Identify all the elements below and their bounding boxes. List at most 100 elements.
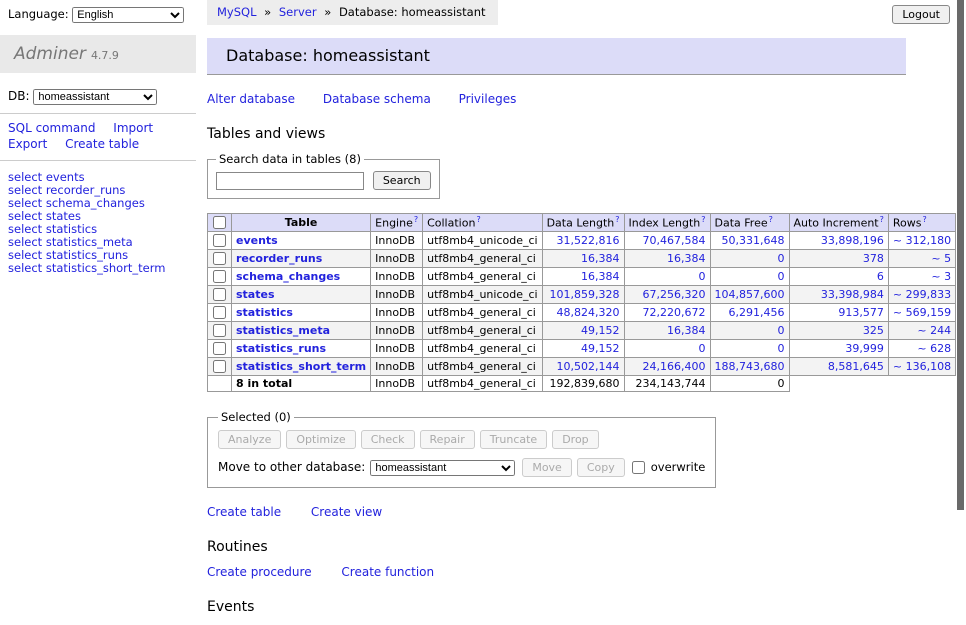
table-name-link[interactable]: recorder_runs [236, 252, 322, 265]
row-checkbox[interactable] [213, 342, 226, 355]
auto-increment-link[interactable]: 913,577 [838, 306, 884, 319]
data-free-link[interactable]: 0 [778, 342, 785, 355]
auto-increment-link[interactable]: 33,398,984 [821, 288, 884, 301]
table-name-link[interactable]: events [236, 234, 278, 247]
row-checkbox[interactable] [213, 288, 226, 301]
rows-link[interactable]: ~ 5 [931, 252, 951, 265]
sidebar-op-link[interactable]: Import [113, 121, 153, 135]
data-free-link[interactable]: 0 [778, 270, 785, 283]
table-name-link[interactable]: states [236, 288, 275, 301]
data-free-link[interactable]: 6,291,456 [729, 306, 785, 319]
breadcrumb-mysql-link[interactable]: MySQL [217, 5, 257, 19]
sidebar-table-link[interactable]: select statistics_short_term [8, 262, 196, 275]
db-action-link[interactable]: Database schema [323, 92, 431, 106]
table-row: statisticsInnoDButf8mb4_general_ci48,824… [208, 304, 966, 322]
table-name-link[interactable]: statistics [236, 306, 293, 319]
index-length-link[interactable]: 72,220,672 [643, 306, 706, 319]
index-length-link[interactable]: 16,384 [667, 252, 706, 265]
table-name-link[interactable]: statistics_meta [236, 324, 330, 337]
select-all-checkbox[interactable] [213, 216, 226, 229]
auto-increment-link[interactable]: 39,999 [845, 342, 884, 355]
column-hint-link[interactable]: ? [615, 215, 619, 224]
drop-button[interactable]: Drop [552, 430, 598, 449]
data-length-link[interactable]: 16,384 [581, 252, 620, 265]
row-checkbox[interactable] [213, 360, 226, 373]
rows-link[interactable]: ~ 136,108 [893, 360, 951, 373]
move-db-select[interactable]: homeassistant [370, 460, 515, 476]
column-hint-link[interactable]: ? [476, 215, 480, 224]
search-input[interactable] [216, 172, 364, 190]
index-length-link[interactable]: 16,384 [667, 324, 706, 337]
index-length-link[interactable]: 70,467,584 [643, 234, 706, 247]
move-to-db-label: Move to other database: [218, 460, 365, 474]
search-button[interactable]: Search [373, 171, 431, 190]
column-hint-link[interactable]: ? [922, 215, 926, 224]
data-length-link[interactable]: 31,522,816 [557, 234, 620, 247]
rows-link[interactable]: ~ 312,180 [893, 234, 951, 247]
data-length-link[interactable]: 49,152 [581, 324, 620, 337]
overwrite-checkbox[interactable] [632, 461, 645, 474]
repair-button[interactable]: Repair [420, 430, 475, 449]
db-action-link[interactable]: Alter database [207, 92, 295, 106]
data-length-link[interactable]: 16,384 [581, 270, 620, 283]
column-hint-link[interactable]: ? [880, 215, 884, 224]
auto-increment-link[interactable]: 325 [863, 324, 884, 337]
table-name-link[interactable]: statistics_short_term [236, 360, 366, 373]
data-free-link[interactable]: 104,857,600 [715, 288, 785, 301]
create-link[interactable]: Create table [207, 505, 281, 519]
auto-increment-link[interactable]: 6 [877, 270, 884, 283]
table-name-link[interactable]: statistics_runs [236, 342, 326, 355]
index-length-link[interactable]: 67,256,320 [643, 288, 706, 301]
auto-increment-link[interactable]: 33,898,196 [821, 234, 884, 247]
data-free-link[interactable]: 0 [778, 252, 785, 265]
row-checkbox[interactable] [213, 324, 226, 337]
data-length-link[interactable]: 10,502,144 [557, 360, 620, 373]
logout-button[interactable]: Logout [892, 5, 950, 24]
rows-link[interactable]: ~ 244 [917, 324, 951, 337]
auto-increment-link[interactable]: 378 [863, 252, 884, 265]
column-hint-link[interactable]: ? [414, 215, 418, 224]
row-checkbox[interactable] [213, 270, 226, 283]
data-free-link[interactable]: 50,331,648 [722, 234, 785, 247]
sidebar-op-link[interactable]: Create table [65, 137, 139, 151]
check-button[interactable]: Check [361, 430, 415, 449]
routine-link[interactable]: Create function [341, 565, 434, 579]
scrollbar-thumb[interactable] [957, 0, 964, 510]
data-length-link[interactable]: 101,859,328 [550, 288, 620, 301]
routine-link[interactable]: Create procedure [207, 565, 312, 579]
rows-link[interactable]: ~ 3 [931, 270, 951, 283]
data-length-link[interactable]: 48,824,320 [557, 306, 620, 319]
table-name-link[interactable]: schema_changes [236, 270, 340, 283]
data-length-link[interactable]: 49,152 [581, 342, 620, 355]
index-length-link[interactable]: 24,166,400 [643, 360, 706, 373]
row-checkbox[interactable] [213, 252, 226, 265]
index-length-link[interactable]: 0 [699, 342, 706, 355]
language-select[interactable]: English [72, 7, 184, 23]
db-select[interactable]: homeassistant [33, 89, 157, 105]
column-header-data-length: Data Length? [542, 214, 624, 232]
truncate-button[interactable]: Truncate [480, 430, 547, 449]
row-checkbox[interactable] [213, 234, 226, 247]
column-hint-link[interactable]: ? [701, 215, 705, 224]
db-action-link[interactable]: Privileges [459, 92, 517, 106]
rows-link[interactable]: ~ 628 [917, 342, 951, 355]
sidebar-op-link[interactable]: SQL command [8, 121, 95, 135]
index-length-link[interactable]: 0 [699, 270, 706, 283]
breadcrumb-server-link[interactable]: Server [279, 5, 317, 19]
rows-link[interactable]: ~ 299,833 [893, 288, 951, 301]
scrollbar-track[interactable] [956, 0, 966, 543]
copy-button[interactable]: Copy [577, 458, 625, 477]
breadcrumb-separator: » [324, 5, 331, 19]
analyze-button[interactable]: Analyze [218, 430, 281, 449]
sidebar-op-link[interactable]: Export [8, 137, 47, 151]
row-checkbox[interactable] [213, 306, 226, 319]
data-free-link[interactable]: 0 [778, 324, 785, 337]
data-free-link[interactable]: 188,743,680 [715, 360, 785, 373]
auto-increment-link[interactable]: 8,581,645 [828, 360, 884, 373]
engine-cell: InnoDB [371, 304, 423, 322]
rows-link[interactable]: ~ 569,159 [893, 306, 951, 319]
move-button[interactable]: Move [522, 458, 572, 477]
column-hint-link[interactable]: ? [769, 215, 773, 224]
create-link[interactable]: Create view [311, 505, 382, 519]
optimize-button[interactable]: Optimize [286, 430, 355, 449]
